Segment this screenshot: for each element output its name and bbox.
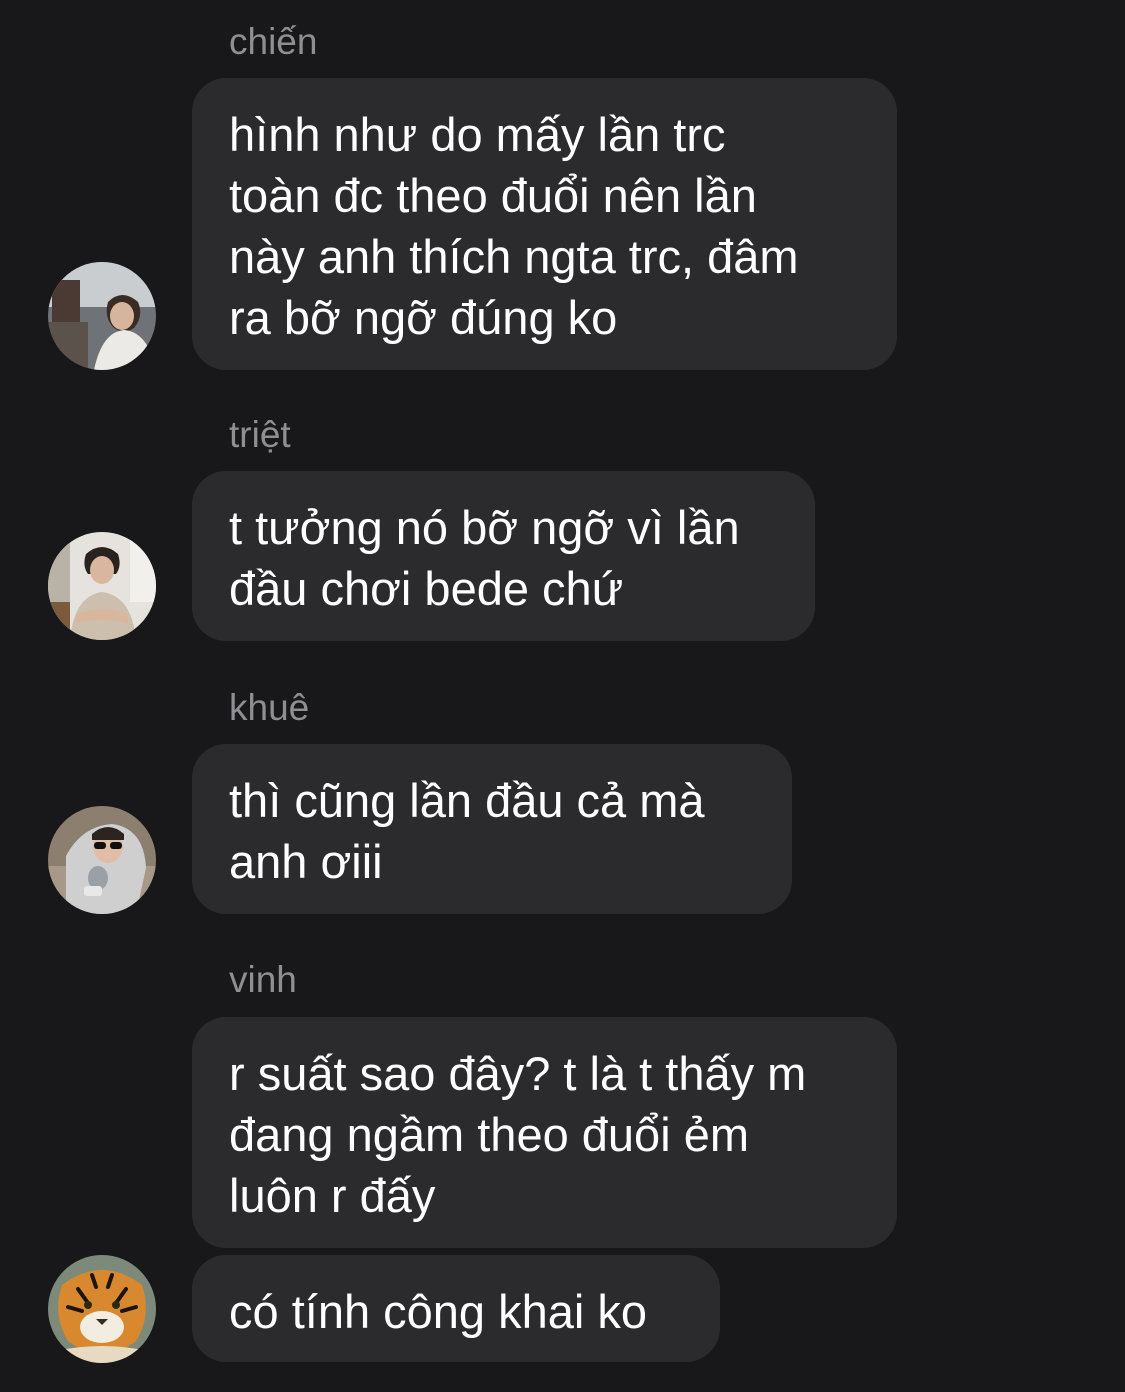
avatar[interactable] [48, 806, 156, 914]
person-arms-crossed-photo-icon [48, 532, 156, 640]
person-sunglasses-photo-icon [48, 806, 156, 914]
sender-name: triệt [229, 414, 291, 455]
message-bubble[interactable]: r suất sao đây? t là t thấy m đang ngầm … [192, 1017, 897, 1248]
sender-name: khuê [229, 687, 310, 728]
tiger-photo-icon [48, 1255, 156, 1363]
message-bubble[interactable]: hình như do mấy lần trc toàn đc theo đuổ… [192, 78, 897, 370]
avatar[interactable] [48, 262, 156, 370]
avatar[interactable] [48, 532, 156, 640]
message-bubble[interactable]: có tính công khai ko [192, 1255, 720, 1362]
avatar[interactable] [48, 1255, 156, 1363]
sender-name: chiến [229, 21, 318, 62]
sender-name: vinh [229, 959, 297, 1000]
message-bubble[interactable]: t tưởng nó bỡ ngỡ vì lần đầu chơi bede c… [192, 471, 815, 641]
message-bubble[interactable]: thì cũng lần đầu cả mà anh ơiii [192, 744, 792, 914]
person-outdoor-photo-icon [48, 262, 156, 370]
